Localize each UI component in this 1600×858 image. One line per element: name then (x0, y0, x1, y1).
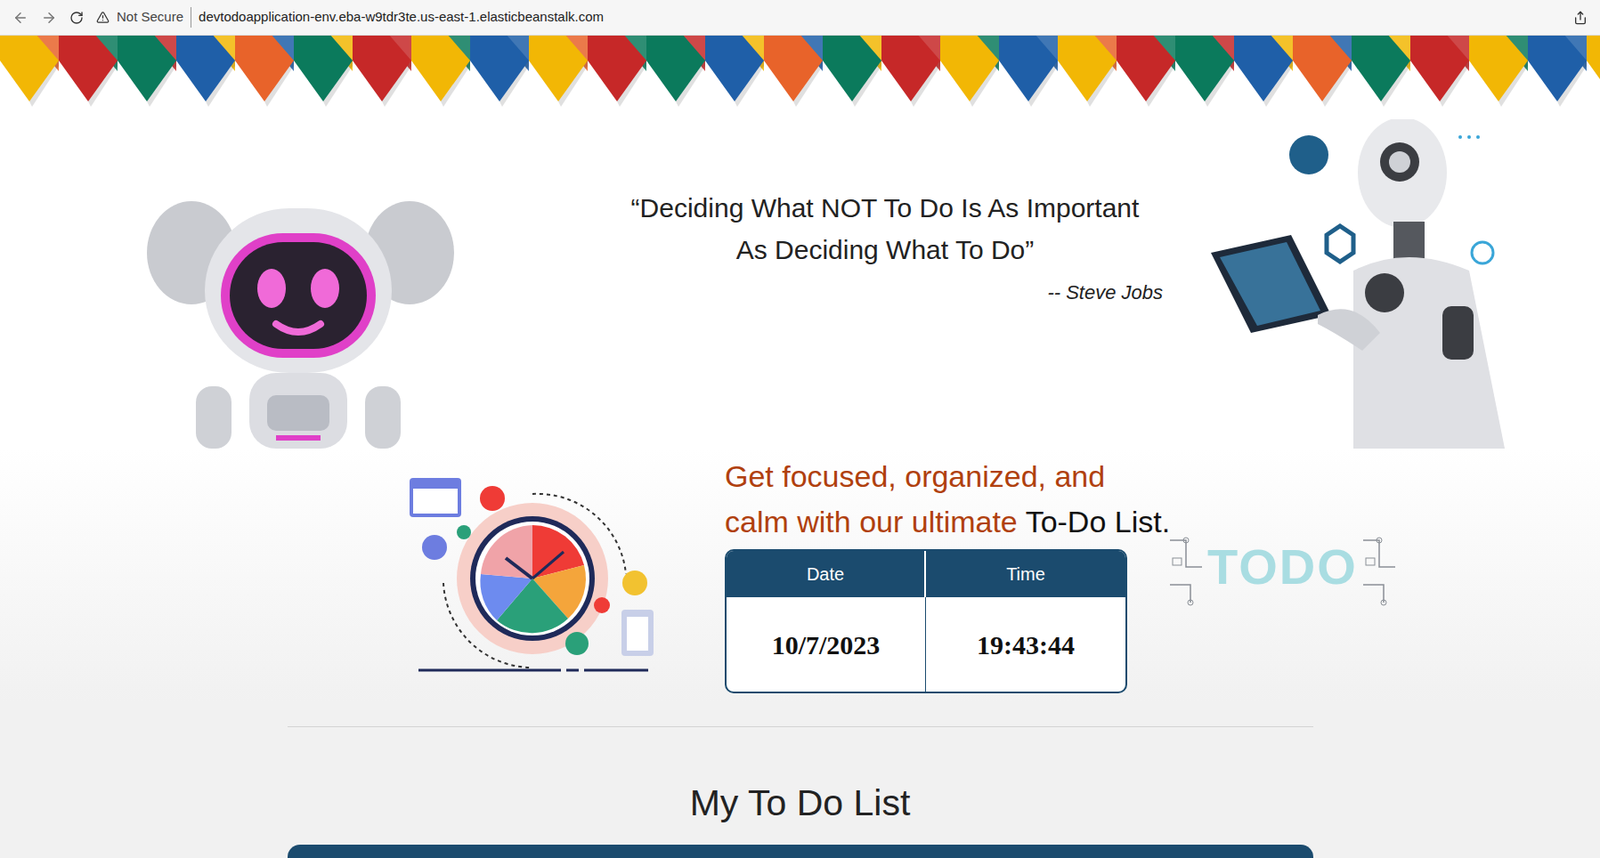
page: Not Secure devtodoapplication-env.eba-w9t… (0, 0, 1600, 858)
back-icon[interactable] (12, 9, 29, 26)
warning-icon (96, 10, 110, 25)
todo-logo: TODO (1168, 522, 1397, 612)
datetime-row: DateTime10/7/202319:43:44TODO (724, 549, 1397, 694)
ai-robot (1175, 112, 1532, 449)
zigzag-banner-icon (0, 35, 1600, 113)
girl-robot-icon (142, 181, 455, 449)
overview-content: Get focused, organized, andcalm with our… (724, 454, 1397, 704)
circuit-icon (1361, 522, 1397, 612)
tagline-emphasis: To-Do List. (1025, 504, 1171, 539)
url: devtodoapplication-env.eba-w9tdr3te.us-e… (198, 7, 604, 28)
share-icon[interactable] (1573, 10, 1588, 25)
table-cell: 19:43:44 (925, 597, 1126, 692)
datetime-table: DateTime10/7/202319:43:44 (724, 549, 1128, 694)
quote-line: As Deciding What To Do” (600, 228, 1170, 271)
forward-icon[interactable] (40, 9, 57, 26)
address-bar[interactable]: Not Secure devtodoapplication-env.eba-w9t… (96, 7, 1561, 28)
table-header: DateTime (726, 551, 1126, 598)
tagline: Get focused, organized, andcalm with our… (724, 454, 1397, 545)
ai-robot-icon (1175, 119, 1532, 449)
girl-robot (142, 112, 455, 449)
clock-illustration (407, 454, 664, 704)
hero: “Deciding What NOT To Do Is As Important… (0, 112, 1600, 449)
list-panel (287, 844, 1314, 858)
list-section: My To Do List (0, 703, 1600, 858)
divider (287, 726, 1314, 728)
zigzag-banner (0, 35, 1600, 113)
quote: “Deciding What NOT To Do Is As Important… (600, 186, 1170, 308)
quote-area: “Deciding What NOT To Do Is As Important… (454, 112, 1176, 449)
quote-line: “Deciding What NOT To Do Is As Important (600, 186, 1170, 229)
table-column: Time (925, 551, 1126, 598)
clock-illustration-icon (407, 476, 664, 682)
table-cell: 10/7/2023 (726, 597, 926, 692)
tagline-line: Get focused, organized, and (724, 454, 1397, 500)
overview: Get focused, organized, andcalm with our… (0, 448, 1600, 704)
list-title: My To Do List (690, 780, 911, 826)
circuit-icon (1168, 522, 1204, 612)
table-row: 10/7/202319:43:44 (726, 597, 1126, 692)
table-column: Date (726, 551, 926, 598)
quote-author: -- Steve Jobs (600, 277, 1170, 308)
todo-logo-text: TODO (1207, 529, 1358, 605)
security-label: Not Secure (116, 7, 192, 28)
reload-icon[interactable] (69, 10, 84, 25)
tagline-line: calm with our ultimate To-Do List. (724, 499, 1397, 545)
browser-bar: Not Secure devtodoapplication-env.eba-w9t… (0, 0, 1600, 36)
